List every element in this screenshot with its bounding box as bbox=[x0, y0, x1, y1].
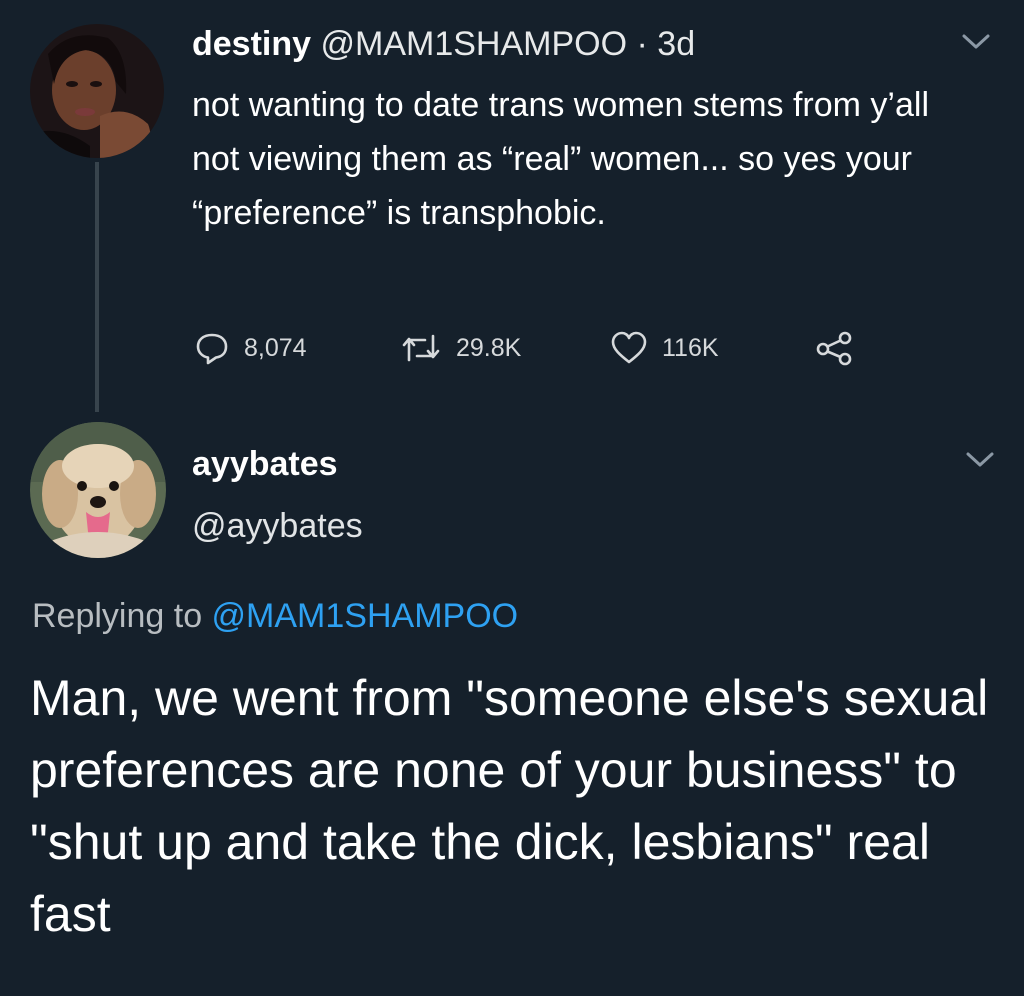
handle[interactable]: @MAM1SHAMPOO bbox=[321, 25, 628, 63]
chevron-down-icon[interactable] bbox=[958, 30, 994, 54]
tweet-text: not wanting to date trans women stems fr… bbox=[192, 86, 929, 232]
display-name[interactable]: destiny bbox=[192, 25, 311, 63]
reply-count: 8,074 bbox=[244, 333, 307, 362]
replying-prefix: Replying to bbox=[32, 597, 212, 635]
like-button[interactable]: 116K bbox=[610, 326, 719, 370]
separator: · bbox=[636, 25, 648, 63]
chevron-down-icon[interactable] bbox=[962, 448, 998, 472]
mention-link[interactable]: @MAM1SHAMPOO bbox=[212, 597, 519, 635]
avatar-ayybates[interactable] bbox=[30, 422, 166, 558]
timestamp[interactable]: 3d bbox=[657, 25, 695, 63]
tweet-text: Man, we went from "someone else's sexual… bbox=[30, 670, 989, 942]
like-count: 116K bbox=[662, 333, 719, 362]
handle[interactable]: @ayybates bbox=[192, 506, 363, 546]
tweet1-header: destiny @MAM1SHAMPOO · 3d bbox=[192, 24, 695, 64]
avatar-destiny[interactable] bbox=[30, 24, 164, 158]
display-name[interactable]: ayybates bbox=[192, 444, 338, 484]
retweet-count: 29.8K bbox=[456, 333, 522, 362]
like-icon bbox=[611, 331, 647, 364]
retweet-icon bbox=[402, 334, 440, 362]
share-icon bbox=[816, 331, 852, 366]
reply-button[interactable]: 8,074 bbox=[194, 326, 307, 370]
retweet-button[interactable]: 29.8K bbox=[400, 326, 521, 370]
reply-icon bbox=[196, 333, 228, 365]
replying-to: Replying to @MAM1SHAMPOO bbox=[32, 594, 518, 638]
thread-line bbox=[95, 162, 99, 412]
share-button[interactable] bbox=[814, 326, 868, 370]
